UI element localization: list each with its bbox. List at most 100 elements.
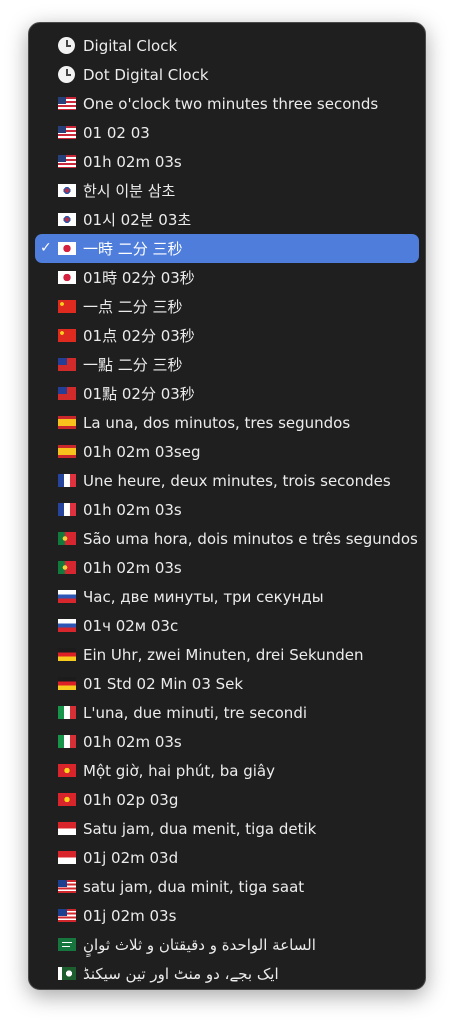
flag-it-icon <box>58 706 76 719</box>
menu-item-dot-digital-clock[interactable]: Dot Digital Clock <box>35 60 419 89</box>
flag-cn-icon <box>58 300 76 313</box>
menu-item-label: ایک بجے، دو منٹ اور تین سیکنڈ <box>83 964 279 983</box>
menu-item-label: 01点 02分 03秒 <box>83 327 195 345</box>
menu-item-german-words[interactable]: Ein Uhr, zwei Minuten, drei Sekunden <box>35 640 419 669</box>
menu-item-malay-units[interactable]: 01j 02m 03s <box>35 901 419 930</box>
menu-item-label: Satu jam, dua menit, tiga detik <box>83 819 317 838</box>
menu-item-label: L'una, due minuti, tre secondi <box>83 703 308 722</box>
menu-item-label: 한시 이분 삼초 <box>83 182 176 200</box>
menu-item-label: Ein Uhr, zwei Minuten, drei Sekunden <box>83 645 364 664</box>
menu-item-label: 01 02 03 <box>83 123 150 142</box>
flag-us-icon <box>58 126 76 139</box>
menu-item-chinese-traditional-units[interactable]: 01點 02分 03秒 <box>35 379 419 408</box>
flag-kr-icon <box>58 213 76 226</box>
flag-cn-icon <box>58 329 76 342</box>
menu-item-label: Час, две минуты, три секунды <box>83 587 324 606</box>
checkmark-icon: ✓ <box>40 240 52 256</box>
menu-item-indonesian-units[interactable]: 01j 02m 03d <box>35 843 419 872</box>
flag-tw-icon <box>58 387 76 400</box>
menu-item-label: 01h 02m 03s <box>83 732 182 751</box>
menu-item-chinese-simplified-units[interactable]: 01点 02分 03秒 <box>35 321 419 350</box>
menu-item-english-units[interactable]: 01h 02m 03s <box>35 147 419 176</box>
menu-item-korean-units[interactable]: 01시 02분 03초 <box>35 205 419 234</box>
menu-item-label: satu jam, dua minit, tiga saat <box>83 877 305 896</box>
menu-item-arabic-words[interactable]: الساعة الواحدة و دقيقتان و ثلاث ثوانٍ <box>35 930 419 959</box>
menu-item-russian-units[interactable]: 01ч 02м 03с <box>35 611 419 640</box>
flag-es-icon <box>58 445 76 458</box>
menu-item-vietnamese-units[interactable]: 01h 02p 03g <box>35 785 419 814</box>
flag-pk-icon <box>58 967 76 980</box>
flag-pt-icon <box>58 532 76 545</box>
menu-item-korean-words[interactable]: 한시 이분 삼초 <box>35 176 419 205</box>
flag-pt-icon <box>58 561 76 574</box>
menu-item-label: 01h 02m 03s <box>83 152 182 171</box>
flag-fr-icon <box>58 503 76 516</box>
menu-item-portuguese-words[interactable]: São uma hora, dois minutos e três segund… <box>35 524 419 553</box>
menu-item-label: 01時 02分 03秒 <box>83 269 195 287</box>
menu-item-label: 一時 二分 三秒 <box>83 240 183 258</box>
menu-item-label: 01h 02m 03s <box>83 500 182 519</box>
menu-item-digital-clock[interactable]: Digital Clock <box>35 31 419 60</box>
menu-item-japanese-words[interactable]: ✓ 一時 二分 三秒 <box>35 234 419 263</box>
flag-us-icon <box>58 97 76 110</box>
flag-tw-icon <box>58 358 76 371</box>
menu-item-vietnamese-words[interactable]: Một giờ, hai phút, ba giây <box>35 756 419 785</box>
menu-item-indonesian-words[interactable]: Satu jam, dua menit, tiga detik <box>35 814 419 843</box>
menu-item-label: One o'clock two minutes three seconds <box>83 94 379 113</box>
menu-item-spanish-words[interactable]: La una, dos minutos, tres segundos <box>35 408 419 437</box>
menu-item-german-units[interactable]: 01 Std 02 Min 03 Sek <box>35 669 419 698</box>
menu-item-italian-words[interactable]: L'una, due minuti, tre secondi <box>35 698 419 727</box>
clock-icon <box>58 37 75 54</box>
flag-vn-icon <box>58 764 76 777</box>
flag-vn-icon <box>58 793 76 806</box>
flag-es-icon <box>58 416 76 429</box>
flag-ru-icon <box>58 619 76 632</box>
flag-us-icon <box>58 155 76 168</box>
menu-item-label: Dot Digital Clock <box>83 65 209 84</box>
flag-id-icon <box>58 822 76 835</box>
menu-item-label: 01ч 02м 03с <box>83 616 179 635</box>
menu-item-label: 01h 02m 03seg <box>83 442 201 461</box>
flag-de-icon <box>58 677 76 690</box>
flag-jp-icon <box>58 242 76 255</box>
menu-item-label: 01j 02m 03s <box>83 906 177 925</box>
clock-icon <box>58 66 75 83</box>
menu-item-english-words[interactable]: One o'clock two minutes three seconds <box>35 89 419 118</box>
menu-item-label: Một giờ, hai phút, ba giây <box>83 761 275 780</box>
flag-it-icon <box>58 735 76 748</box>
flag-my-icon <box>58 880 76 893</box>
menu-item-spanish-units[interactable]: 01h 02m 03seg <box>35 437 419 466</box>
flag-de-icon <box>58 648 76 661</box>
menu-item-italian-units[interactable]: 01h 02m 03s <box>35 727 419 756</box>
flag-id-icon <box>58 851 76 864</box>
flag-sa-icon <box>58 938 76 951</box>
menu-item-chinese-simplified-words[interactable]: 一点 二分 三秒 <box>35 292 419 321</box>
flag-my-icon <box>58 909 76 922</box>
menu-item-label: 01 Std 02 Min 03 Sek <box>83 674 244 693</box>
menu-item-label: 01시 02분 03초 <box>83 211 192 229</box>
menu-item-label: 01點 02分 03秒 <box>83 385 195 403</box>
menu-item-label: 01j 02m 03d <box>83 848 179 867</box>
flag-jp-icon <box>58 271 76 284</box>
menu-item-malay-words[interactable]: satu jam, dua minit, tiga saat <box>35 872 419 901</box>
clock-format-menu: Digital Clock Dot Digital Clock One o'cl… <box>28 22 426 990</box>
menu-item-english-numeric[interactable]: 01 02 03 <box>35 118 419 147</box>
menu-item-label: 一點 二分 三秒 <box>83 356 183 374</box>
menu-item-urdu-words[interactable]: ایک بجے، دو منٹ اور تین سیکنڈ <box>35 959 419 988</box>
menu-item-label: 01h 02p 03g <box>83 790 179 809</box>
menu-item-japanese-units[interactable]: 01時 02分 03秒 <box>35 263 419 292</box>
menu-item-label: Une heure, deux minutes, trois secondes <box>83 471 391 490</box>
menu-item-label: 一点 二分 三秒 <box>83 298 183 316</box>
menu-item-label: São uma hora, dois minutos e três segund… <box>83 529 418 548</box>
menu-item-label: الساعة الواحدة و دقيقتان و ثلاث ثوانٍ <box>83 935 316 954</box>
menu-item-russian-words[interactable]: Час, две минуты, три секунды <box>35 582 419 611</box>
menu-item-portuguese-units[interactable]: 01h 02m 03s <box>35 553 419 582</box>
flag-ru-icon <box>58 590 76 603</box>
menu-item-label: 01h 02m 03s <box>83 558 182 577</box>
menu-item-chinese-traditional-words[interactable]: 一點 二分 三秒 <box>35 350 419 379</box>
flag-fr-icon <box>58 474 76 487</box>
menu-item-label: Digital Clock <box>83 36 178 55</box>
menu-item-french-units[interactable]: 01h 02m 03s <box>35 495 419 524</box>
menu-item-label: La una, dos minutos, tres segundos <box>83 413 351 432</box>
menu-item-french-words[interactable]: Une heure, deux minutes, trois secondes <box>35 466 419 495</box>
